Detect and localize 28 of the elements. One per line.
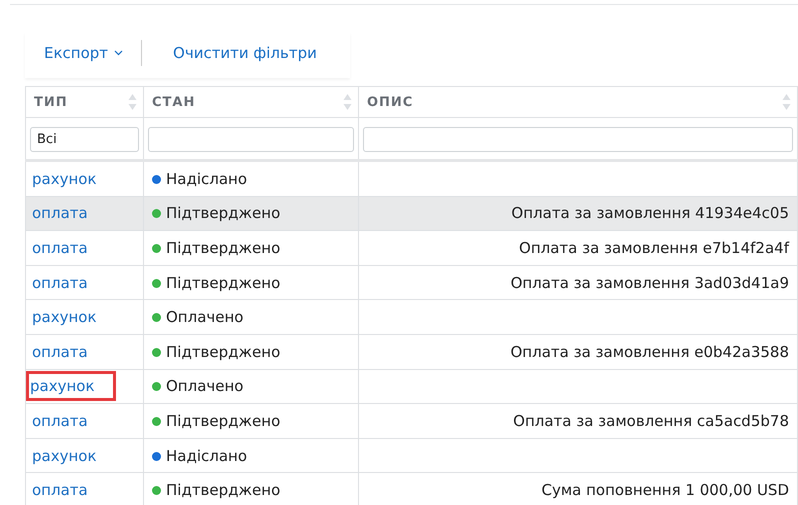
sort-icon [343,93,352,111]
status-text: Підтверджено [166,412,280,430]
description-text: Оплата за замовлення e7b14f2a4f [519,238,789,257]
filter-field[interactable]: Всі [30,126,139,152]
description-text: Оплата за замовлення 41934e4c05 [511,204,789,222]
export-button[interactable]: Експорт [25,40,130,66]
description-text: Оплата за замовлення 3ad03d41a9 [510,274,789,292]
sort-icon [128,93,137,111]
caret-icon [114,50,124,56]
column-header[interactable]: ОПИС [358,86,798,118]
status-text: Підтверджено [166,238,280,257]
status-text: Оплачено [166,377,244,396]
status-text: Підтверджено [166,342,280,361]
status-text: Оплачено [166,308,244,326]
status-text: Підтверджено [166,204,280,222]
description-text: Оплата за замовлення e0b42a3588 [510,342,789,361]
status-text: Надіслано [166,170,248,188]
filter-field[interactable] [148,126,354,152]
description-text: Сума поповнення 1 000,00 USD [542,481,789,500]
status-text: Надіслано [166,446,248,465]
sort-icon [782,93,791,111]
clear-filters-button[interactable]: Очистити фільтри [154,40,323,66]
description-text: Оплата за замовлення ca5acd5b78 [513,412,789,430]
column-header[interactable]: ТИП [26,86,144,118]
status-text: Підтверджено [166,274,280,292]
filter-field[interactable] [363,126,793,152]
column-header[interactable]: СТАН [144,86,358,118]
status-text: Підтверджено [166,481,280,500]
